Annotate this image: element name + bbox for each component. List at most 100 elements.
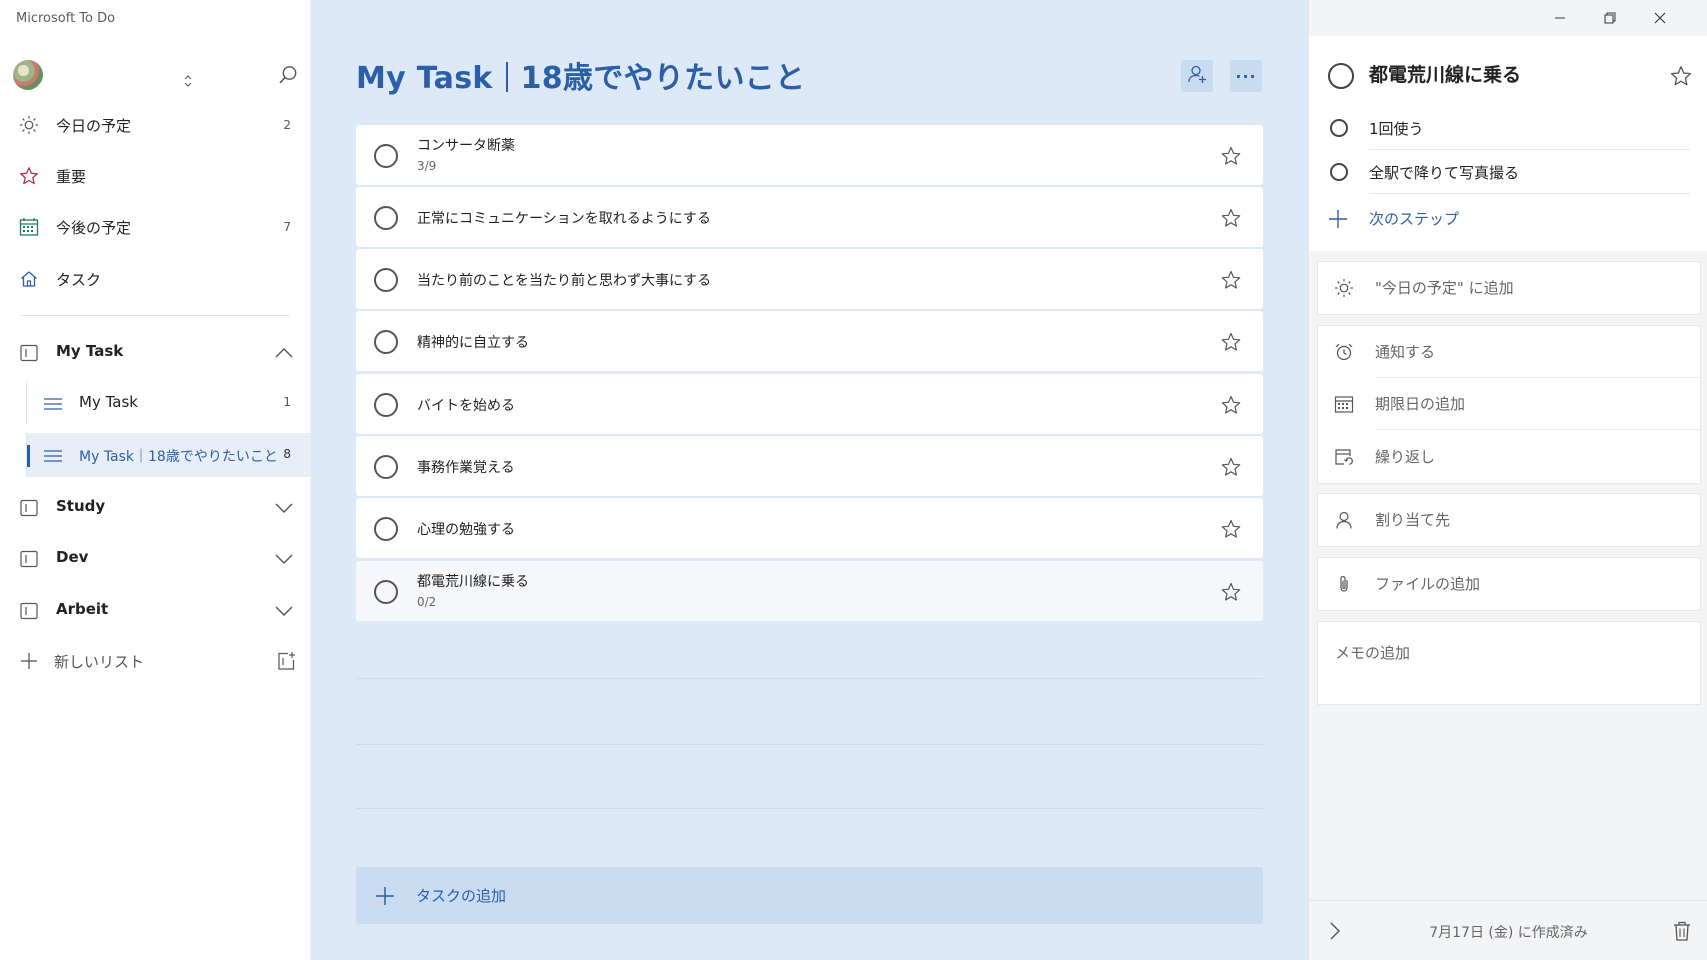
restore-button[interactable] [1587, 4, 1633, 32]
complete-checkbox[interactable] [374, 268, 398, 292]
add-to-my-day-button[interactable]: "今日の予定" に追加 [1318, 262, 1702, 314]
repeat-button[interactable]: 繰り返し [1318, 431, 1702, 483]
task-detail-pane: 都電荒川線に乗る 1回使う 全駅で降りて写真撮る 次のステップ "今日の予定" … [1308, 0, 1707, 960]
step-item[interactable]: 1回使う [1309, 106, 1707, 150]
group-dev[interactable]: Dev [0, 537, 311, 581]
add-task-input[interactable]: タスクの追加 [356, 867, 1263, 924]
step-item[interactable]: 全駅で降りて写真撮る [1309, 150, 1707, 194]
complete-checkbox[interactable] [374, 455, 398, 479]
step-checkbox[interactable] [1330, 163, 1348, 181]
note-placeholder: メモの追加 [1335, 644, 1411, 662]
minimize-button[interactable] [1537, 4, 1583, 32]
task-title: 正常にコミュニケーションを取れるようにする [417, 211, 711, 227]
chevron-up-down-icon[interactable] [184, 74, 192, 89]
complete-checkbox[interactable] [374, 393, 398, 417]
task-row[interactable]: コンサータ断薬 3/9 [356, 125, 1263, 185]
nav-important[interactable]: 重要 [0, 154, 311, 198]
nav-label: 今日の予定 [56, 116, 132, 135]
complete-checkbox[interactable] [374, 580, 398, 604]
page-title[interactable]: My Task 18歳でやりたいこと [356, 53, 805, 97]
complete-checkbox[interactable] [374, 517, 398, 541]
group-arbeit[interactable]: Arbeit [0, 589, 311, 633]
chevron-down-icon[interactable] [274, 500, 294, 516]
chevron-up-icon[interactable] [274, 345, 294, 361]
nav-label: タスク [56, 270, 102, 289]
calendar-icon [1334, 394, 1354, 414]
plus-icon [374, 885, 396, 907]
star-icon[interactable] [1220, 581, 1242, 603]
group-label: Dev [56, 548, 89, 566]
new-group-icon[interactable] [276, 651, 296, 671]
divider [1369, 193, 1690, 194]
nav-tasks[interactable]: タスク [0, 257, 311, 301]
remind-me-button[interactable]: 通知する [1318, 326, 1702, 378]
task-row[interactable]: 精神的に自立する [356, 311, 1263, 371]
list-item-my-task[interactable]: My Task 1 [26, 381, 311, 425]
alarm-clock-icon [1334, 342, 1354, 362]
assign-to-button[interactable]: 割り当て先 [1318, 494, 1702, 546]
remind-me-label: 通知する [1375, 343, 1436, 361]
star-icon[interactable] [1220, 394, 1242, 416]
divider [1375, 429, 1702, 430]
more-options-button[interactable]: ··· [1230, 60, 1262, 92]
task-row[interactable]: 心理の勉強する [356, 498, 1263, 558]
task-list-pane: My Task 18歳でやりたいこと ··· コンサータ断薬 3/9 正常にコミュ… [311, 0, 1308, 960]
chevron-down-icon[interactable] [274, 603, 294, 619]
task-row[interactable]: バイトを始める [356, 374, 1263, 434]
star-icon[interactable] [1220, 269, 1242, 291]
add-due-date-button[interactable]: 期限日の追加 [1318, 378, 1702, 430]
star-icon[interactable] [1220, 456, 1242, 478]
star-icon[interactable] [1220, 145, 1242, 167]
complete-checkbox[interactable] [374, 206, 398, 230]
group-label: Arbeit [56, 600, 109, 618]
plus-icon [1327, 208, 1349, 230]
nav-count: 7 [283, 220, 291, 234]
note-field[interactable]: メモの追加 [1317, 621, 1701, 705]
group-my-task[interactable]: My Task [0, 331, 311, 375]
complete-checkbox[interactable] [374, 330, 398, 354]
empty-row-line [356, 744, 1263, 745]
add-file-button[interactable]: ファイルの追加 [1318, 558, 1702, 610]
complete-checkbox[interactable] [374, 144, 398, 168]
task-row[interactable]: 当たり前のことを当たり前と思わず大事にする [356, 249, 1263, 309]
complete-checkbox[interactable] [1328, 63, 1354, 89]
star-icon[interactable] [1669, 64, 1693, 88]
list-item-18-wishlist[interactable]: My Task｜18歳でやりたいこと 8 [26, 433, 311, 477]
calendar-icon [19, 217, 39, 237]
step-checkbox[interactable] [1330, 119, 1348, 137]
group-label: Study [56, 497, 106, 515]
nav-my-day[interactable]: 今日の予定 2 [0, 103, 311, 147]
star-icon[interactable] [1220, 207, 1242, 229]
search-icon[interactable] [277, 64, 299, 86]
close-button[interactable] [1637, 4, 1683, 32]
empty-row-line [356, 808, 1263, 809]
star-icon[interactable] [1220, 518, 1242, 540]
paperclip-icon [1334, 574, 1354, 594]
avatar[interactable] [13, 60, 43, 90]
task-row[interactable]: 正常にコミュニケーションを取れるようにする [356, 187, 1263, 247]
list-label: My Task｜18歳でやりたいこと [79, 449, 278, 465]
new-list-button[interactable]: 新しいリスト [0, 641, 311, 681]
add-to-my-day-label: "今日の予定" に追加 [1375, 279, 1514, 297]
account-row[interactable] [13, 60, 308, 90]
home-icon [19, 269, 39, 289]
sun-icon [1334, 278, 1354, 298]
title-group: My Task [356, 61, 493, 96]
nav-planned[interactable]: 今後の予定 7 [0, 205, 311, 249]
task-row[interactable]: 事務作業覚える [356, 436, 1263, 496]
chevron-down-icon[interactable] [274, 551, 294, 567]
add-task-label: タスクの追加 [416, 887, 507, 905]
group-study[interactable]: Study [0, 486, 311, 530]
task-row[interactable]: 都電荒川線に乗る 0/2 [356, 561, 1263, 621]
star-icon[interactable] [1220, 331, 1242, 353]
file-card: ファイルの追加 [1317, 557, 1701, 611]
nav-label: 重要 [56, 167, 87, 186]
detail-task-title[interactable]: 都電荒川線に乗る [1369, 60, 1521, 87]
trash-icon[interactable] [1671, 920, 1693, 942]
share-button[interactable] [1181, 60, 1213, 92]
empty-row-line [356, 678, 1263, 679]
next-step-button[interactable]: 次のステップ [1309, 196, 1707, 240]
star-icon [19, 166, 39, 186]
my-day-card: "今日の予定" に追加 [1317, 261, 1701, 315]
task-title: コンサータ断薬 [417, 138, 515, 154]
